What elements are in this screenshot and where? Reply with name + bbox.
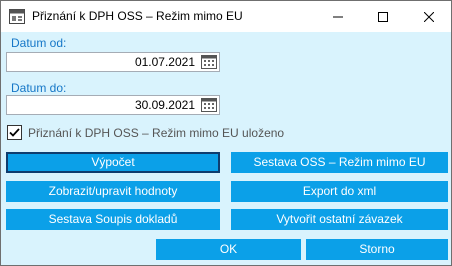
checkmark-icon [9,128,20,137]
create-liability-button[interactable]: Vytvořit ostatní závazek [231,209,448,230]
export-xml-button[interactable]: Export do xml [231,181,448,202]
date-from-label: Datum od: [11,36,67,50]
view-edit-values-button[interactable]: Zobrazit/upravit hodnoty [6,181,220,202]
report-oss-button[interactable]: Sestava OSS – Režim mimo EU [231,152,448,173]
date-from-field[interactable]: 01.07.2021 [6,52,220,72]
documents-list-button[interactable]: Sestava Soupis dokladů [6,209,220,230]
report-window-icon [9,9,25,24]
maximize-icon [377,11,388,22]
calculate-button[interactable]: Výpočet [6,152,220,173]
date-to-label: Datum do: [11,81,67,95]
minimize-icon [332,16,343,17]
date-from-value: 01.07.2021 [134,55,195,69]
saved-checkbox[interactable] [7,125,22,140]
maximize-button[interactable] [360,1,405,32]
title-bar[interactable]: Přiznání k DPH OSS – Režim mimo EU [1,1,451,32]
cancel-button[interactable]: Storno [306,239,448,260]
close-icon [423,11,434,22]
calendar-icon[interactable] [201,98,217,112]
dialog-body: Datum od: 01.07.2021 Datum do: 30.09.202… [1,32,451,265]
ok-button[interactable]: OK [156,239,301,260]
saved-checkbox-label: Přiznání k DPH OSS – Režim mimo EU ulože… [28,126,285,140]
dialog-window: Přiznání k DPH OSS – Režim mimo EU Datum… [0,0,452,266]
date-to-field[interactable]: 30.09.2021 [6,95,220,115]
date-to-value: 30.09.2021 [134,98,195,112]
calendar-icon[interactable] [201,55,217,69]
minimize-button[interactable] [315,1,360,32]
close-button[interactable] [406,1,451,32]
window-title: Přiznání k DPH OSS – Režim mimo EU [32,9,243,23]
